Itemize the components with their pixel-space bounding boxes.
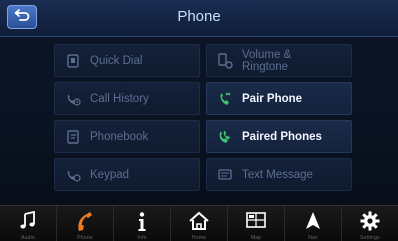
- nav-label: Home: [191, 235, 207, 241]
- phone-handset-icon: [74, 211, 96, 238]
- keypad-icon: [65, 167, 81, 183]
- menu-item-phonebook[interactable]: Phonebook: [54, 120, 200, 153]
- menu-item-paired-phones[interactable]: Paired Phones: [206, 120, 352, 153]
- nav-audio-button[interactable]: Audio: [0, 206, 57, 241]
- phone-menu-grid: Quick Dial Volume & Ringtone Call Histor…: [44, 40, 354, 191]
- menu-item-label: Paired Phones: [242, 130, 322, 143]
- nav-label: Info: [137, 235, 147, 241]
- nav-label: Audio: [21, 235, 35, 241]
- menu-item-volume-ringtone[interactable]: Volume & Ringtone: [206, 44, 352, 77]
- page-title: Phone: [177, 8, 221, 25]
- music-note-icon: [18, 210, 38, 236]
- nav-phone-button[interactable]: Phone: [57, 206, 114, 241]
- nav-settings-button[interactable]: Settings: [342, 206, 398, 241]
- phonebook-icon: [65, 129, 81, 145]
- settings-gear-icon: [360, 211, 380, 236]
- info-icon: [134, 211, 150, 238]
- menu-item-label: Quick Dial: [90, 54, 143, 67]
- menu-item-label: Pair Phone: [242, 92, 303, 105]
- call-history-icon: [65, 91, 81, 107]
- nav-home-button[interactable]: Home: [171, 206, 228, 241]
- paired-phones-icon: [217, 129, 233, 145]
- quick-dial-icon: [65, 53, 81, 69]
- menu-item-label: Volume & Ringtone: [242, 48, 292, 73]
- nav-navigation-button[interactable]: Nav: [285, 206, 342, 241]
- pair-phone-icon: [217, 91, 233, 107]
- nav-label: Map: [250, 235, 262, 241]
- bottom-navigation-bar: Audio Phone Info Home Map Nav Settings: [0, 205, 398, 241]
- nav-label: Settings: [360, 235, 380, 241]
- nav-map-button[interactable]: Map: [228, 206, 285, 241]
- phone-menu-screen: Phone Quick Dial Volume & Ringtone Call …: [0, 0, 398, 241]
- menu-item-label: Phonebook: [90, 130, 149, 143]
- nav-info-button[interactable]: Info: [114, 206, 171, 241]
- nav-label: Phone: [77, 235, 93, 241]
- menu-item-label: Call History: [90, 92, 149, 105]
- navigation-arrow-icon: [303, 211, 323, 236]
- menu-item-text-message[interactable]: Text Message: [206, 158, 352, 191]
- menu-item-pair-phone[interactable]: Pair Phone: [206, 82, 352, 115]
- nav-label: Nav: [308, 235, 318, 241]
- menu-item-keypad[interactable]: Keypad: [54, 158, 200, 191]
- home-icon: [188, 211, 210, 236]
- menu-item-label: Text Message: [242, 168, 313, 181]
- menu-item-label: Keypad: [90, 168, 130, 181]
- menu-item-quick-dial[interactable]: Quick Dial: [54, 44, 200, 77]
- map-icon: [245, 211, 267, 234]
- menu-item-call-history[interactable]: Call History: [54, 82, 200, 115]
- text-message-icon: [217, 167, 233, 183]
- volume-ringtone-icon: [217, 52, 233, 69]
- header-bar: Phone: [0, 0, 398, 37]
